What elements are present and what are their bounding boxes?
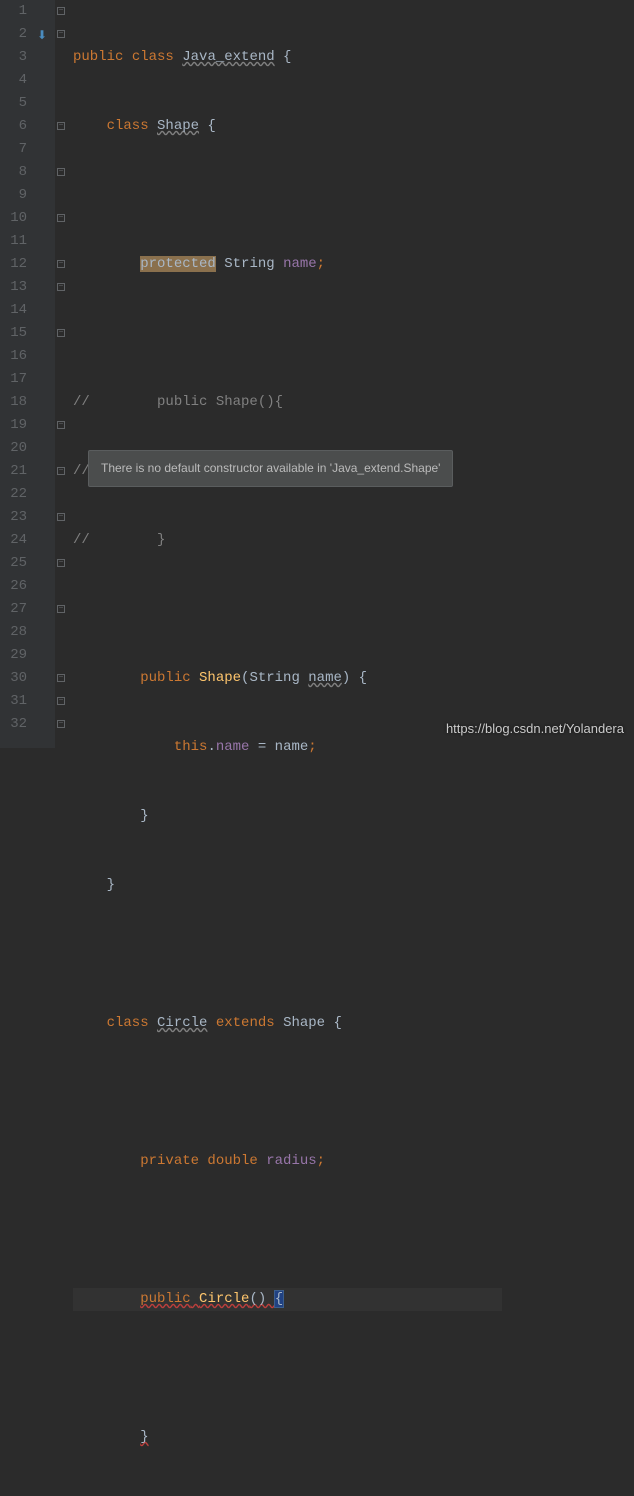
line-number: 6 [0, 115, 27, 138]
line-number: 25 [0, 552, 27, 575]
line-number: 9 [0, 184, 27, 207]
code-line: } [73, 874, 502, 897]
fold-toggle[interactable]: − [57, 513, 65, 521]
line-number: 5 [0, 92, 27, 115]
error-tooltip: There is no default constructor availabl… [88, 450, 453, 487]
line-number: 2 [0, 23, 27, 46]
code-line [73, 1081, 502, 1104]
fold-toggle[interactable]: − [57, 605, 65, 613]
line-number: 18 [0, 391, 27, 414]
code-line-active: public Circle() { [73, 1288, 502, 1311]
line-number: 30 [0, 667, 27, 690]
line-number: 16 [0, 345, 27, 368]
line-number: 27 [0, 598, 27, 621]
line-number: 8 [0, 161, 27, 184]
line-number: 14 [0, 299, 27, 322]
code-line [73, 1357, 502, 1380]
fold-toggle[interactable]: − [57, 421, 65, 429]
code-line: class Shape { [73, 115, 502, 138]
code-line [73, 1219, 502, 1242]
code-line: } [73, 1426, 502, 1449]
code-line: } [73, 805, 502, 828]
gutter-icons-column: ⬇ [35, 0, 55, 748]
line-number: 21 [0, 460, 27, 483]
code-area[interactable]: public class Java_extend { class Shape {… [67, 0, 502, 748]
line-number: 12 [0, 253, 27, 276]
code-line [73, 943, 502, 966]
code-line: public class Java_extend { [73, 46, 502, 69]
code-line: protected String name; [73, 253, 502, 276]
fold-toggle[interactable]: − [57, 260, 65, 268]
line-number: 31 [0, 690, 27, 713]
fold-toggle[interactable]: − [57, 30, 65, 38]
line-number-gutter: 1 2 3 4 5 6 7 8 9 10 11 12 13 14 15 16 1… [0, 0, 35, 748]
code-line [73, 184, 502, 207]
line-number: 23 [0, 506, 27, 529]
fold-toggle[interactable]: − [57, 720, 65, 728]
line-number: 24 [0, 529, 27, 552]
line-number: 32 [0, 713, 27, 736]
watermark-text: https://blog.csdn.net/Yolandera [446, 717, 624, 740]
line-number: 17 [0, 368, 27, 391]
line-number: 3 [0, 46, 27, 69]
line-number: 11 [0, 230, 27, 253]
code-line [73, 322, 502, 345]
line-number: 22 [0, 483, 27, 506]
fold-toggle[interactable]: − [57, 168, 65, 176]
line-number: 13 [0, 276, 27, 299]
code-line: class Circle extends Shape { [73, 1012, 502, 1035]
code-line: // public Shape(){ [73, 391, 502, 414]
fold-toggle[interactable]: − [57, 559, 65, 567]
fold-toggle[interactable]: − [57, 674, 65, 682]
fold-toggle[interactable]: − [57, 214, 65, 222]
code-line: private double radius; [73, 1150, 502, 1173]
line-number: 26 [0, 575, 27, 598]
fold-toggle[interactable]: − [57, 467, 65, 475]
fold-column: − − − − − − − − − − − − − − − − [55, 0, 67, 748]
fold-toggle[interactable]: − [57, 122, 65, 130]
line-number: 15 [0, 322, 27, 345]
line-number: 1 [0, 0, 27, 23]
override-icon[interactable]: ⬇ [37, 25, 47, 48]
code-line: public Shape(String name) { [73, 667, 502, 690]
fold-toggle[interactable]: − [57, 283, 65, 291]
code-line [73, 598, 502, 621]
line-number: 19 [0, 414, 27, 437]
line-number: 4 [0, 69, 27, 92]
line-number: 29 [0, 644, 27, 667]
line-number: 20 [0, 437, 27, 460]
line-number: 10 [0, 207, 27, 230]
line-number: 7 [0, 138, 27, 161]
fold-toggle[interactable]: − [57, 7, 65, 15]
fold-toggle[interactable]: − [57, 329, 65, 337]
line-number: 28 [0, 621, 27, 644]
code-line [73, 1495, 502, 1496]
code-line: // } [73, 529, 502, 552]
fold-toggle[interactable]: − [57, 697, 65, 705]
code-editor[interactable]: 1 2 3 4 5 6 7 8 9 10 11 12 13 14 15 16 1… [0, 0, 634, 748]
